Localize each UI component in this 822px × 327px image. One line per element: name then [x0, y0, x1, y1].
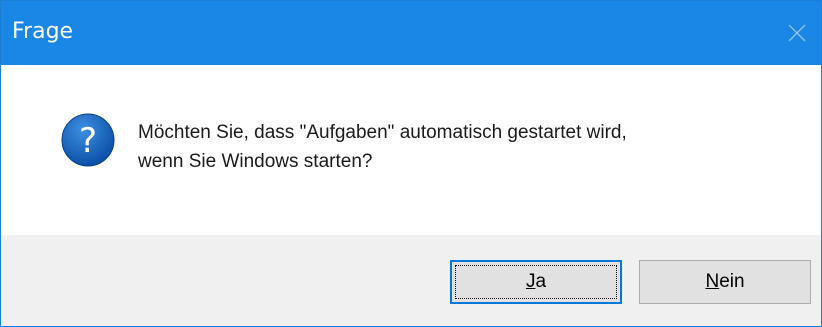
close-icon — [788, 24, 806, 42]
question-dialog: Frage ? Möchten Sie, dass "Aufgaben" aut… — [0, 0, 822, 327]
yes-label-rest: a — [535, 271, 547, 292]
svg-text:?: ? — [79, 121, 97, 161]
message-text: Möchten Sie, dass "Aufgaben" automatisch… — [138, 118, 627, 176]
no-accel: N — [705, 271, 720, 292]
close-button[interactable] — [775, 1, 821, 65]
no-button[interactable]: Nein — [639, 260, 811, 304]
question-icon: ? — [61, 113, 115, 167]
button-bar: Ja Nein — [1, 235, 821, 326]
no-label-rest: ein — [719, 271, 745, 292]
title-bar[interactable]: Frage — [1, 1, 821, 65]
message-line-2: wenn Sie Windows starten? — [138, 151, 373, 172]
window-title: Frage — [12, 19, 74, 44]
yes-button[interactable]: Ja — [450, 260, 622, 304]
message-area: ? Möchten Sie, dass "Aufgaben" automatis… — [1, 65, 821, 235]
message-line-1: Möchten Sie, dass "Aufgaben" automatisch… — [138, 122, 627, 143]
